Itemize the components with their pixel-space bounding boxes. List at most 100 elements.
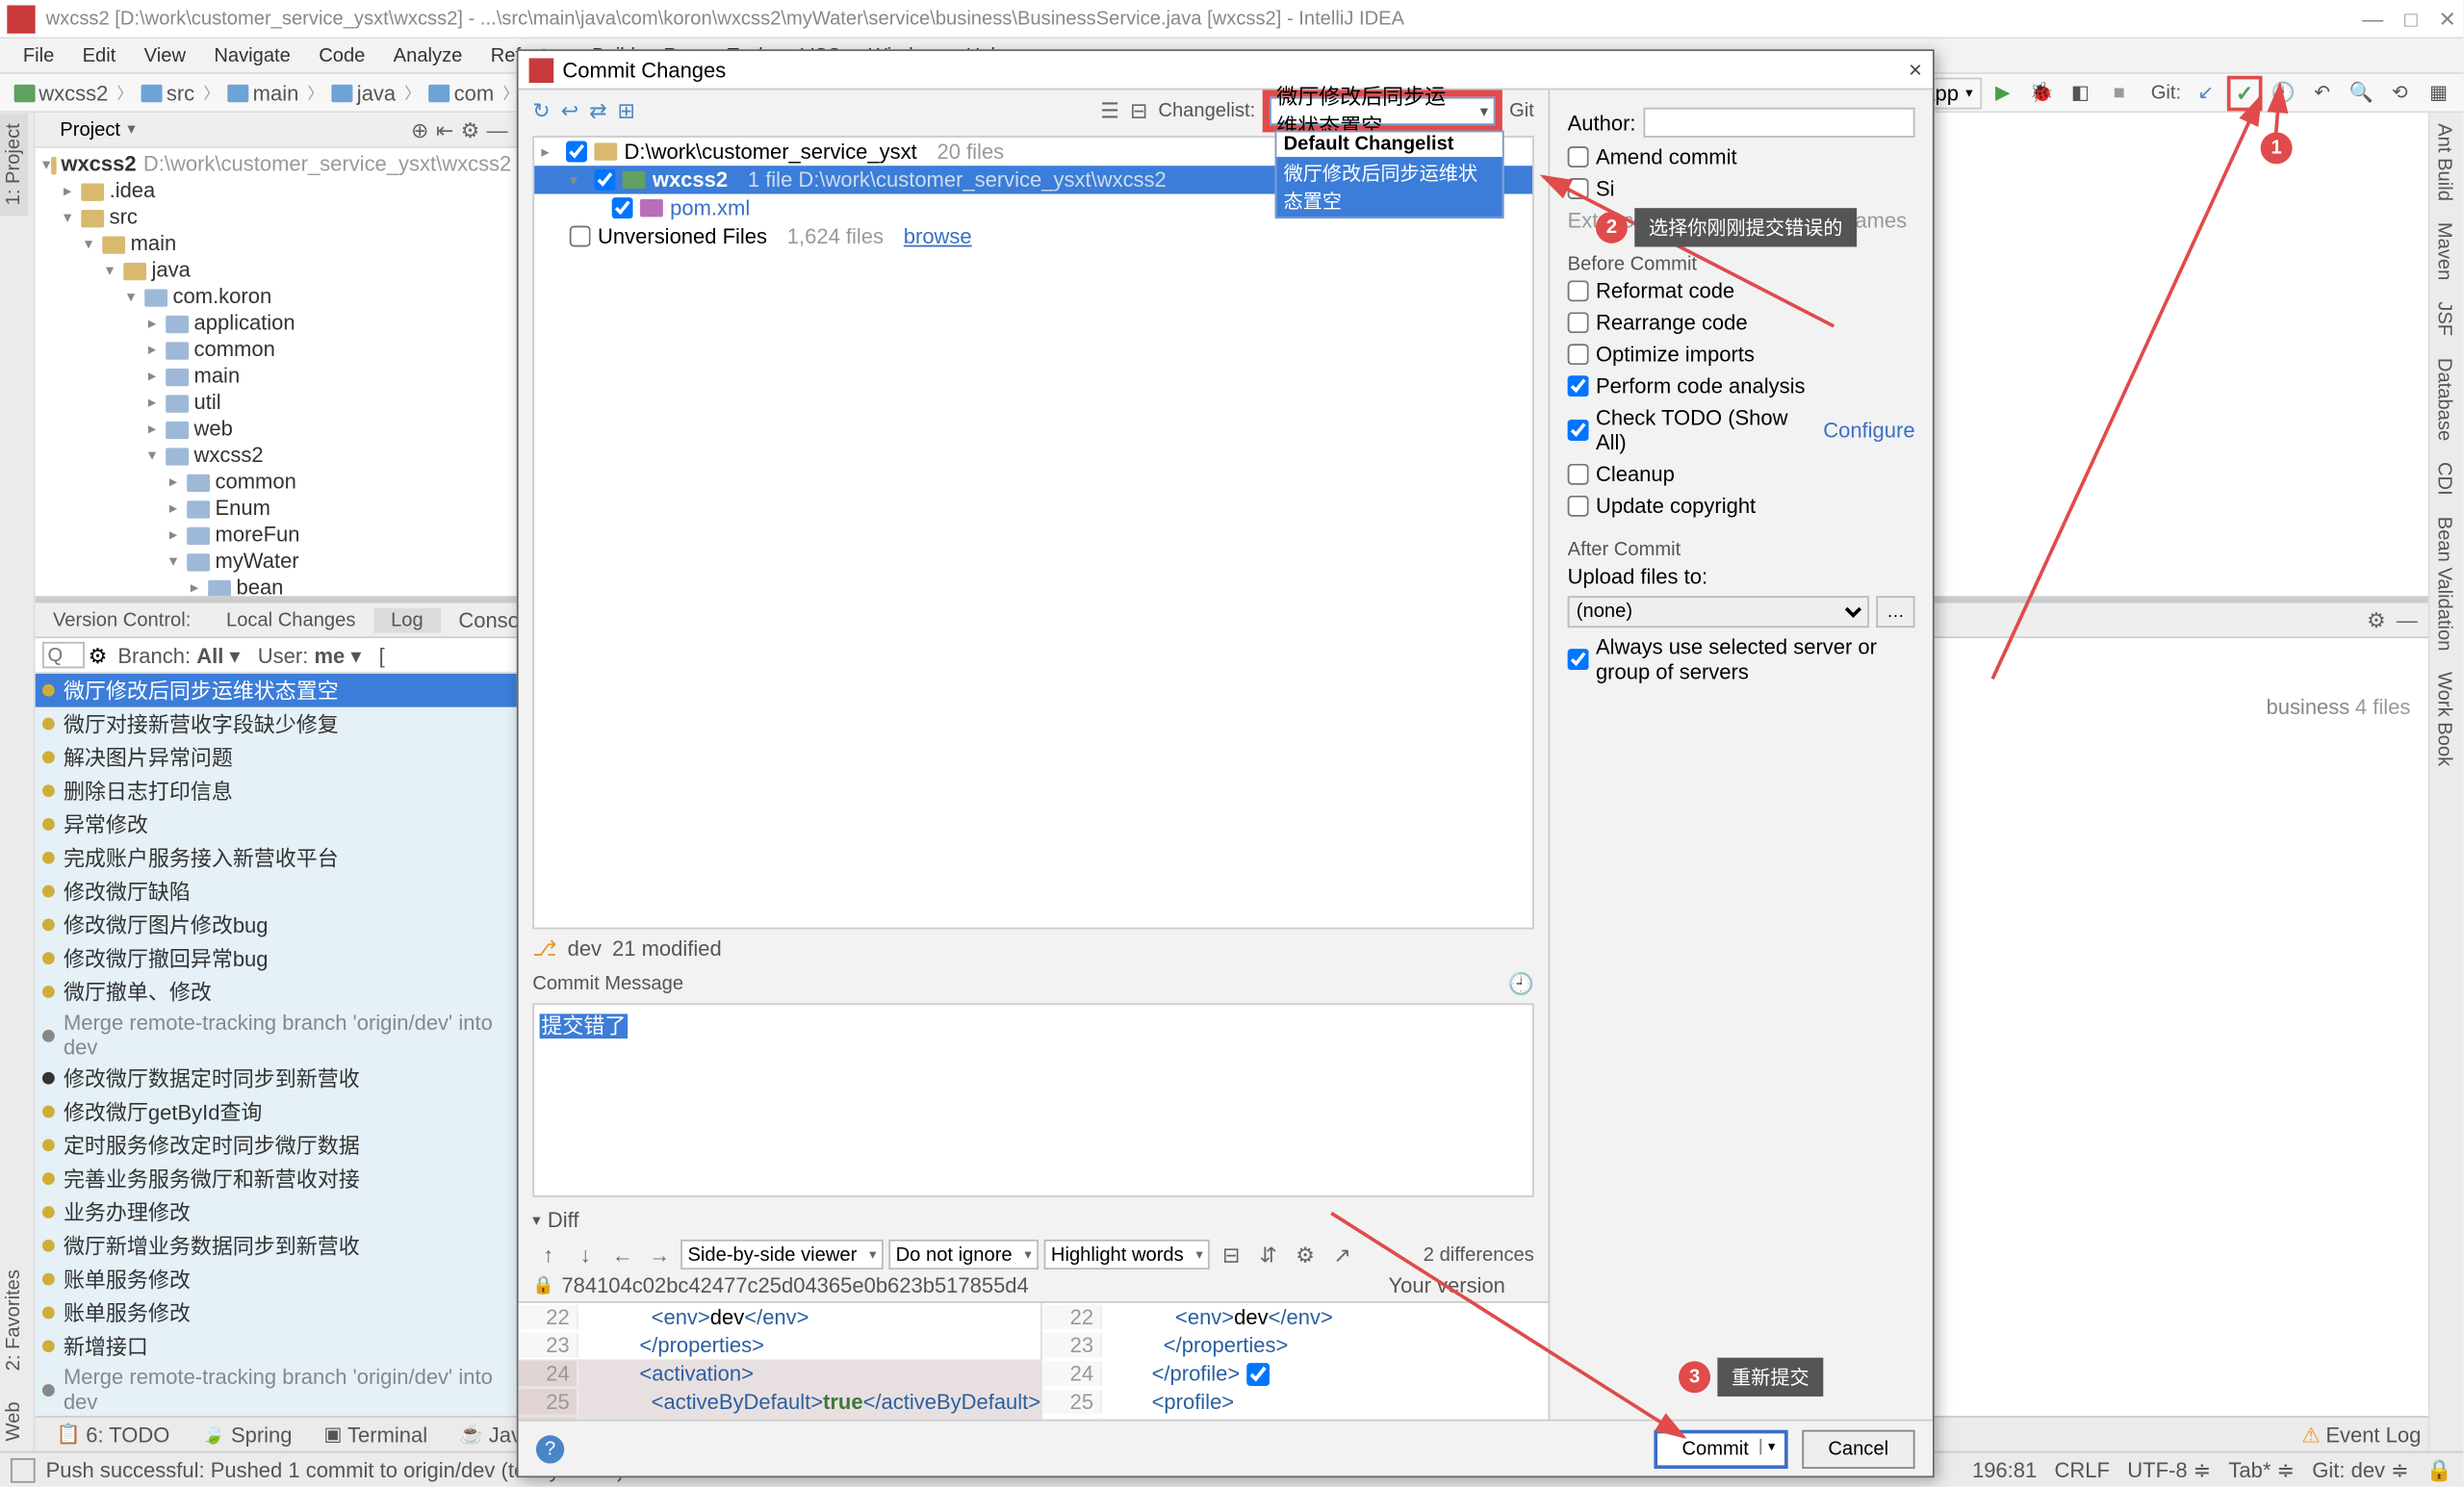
- update-icon[interactable]: ↙: [2188, 77, 2223, 109]
- next-diff-icon[interactable]: ↓: [570, 1241, 602, 1269]
- new-changelist-icon[interactable]: ⊞: [618, 99, 635, 124]
- gear-icon[interactable]: ⚙: [461, 117, 480, 142]
- window-icon[interactable]: [11, 1457, 36, 1482]
- close-icon[interactable]: ×: [1909, 57, 1922, 83]
- commit-item[interactable]: 解决图片异常问题: [36, 740, 519, 774]
- tree-row[interactable]: ▸main: [36, 363, 519, 389]
- menu-edit[interactable]: Edit: [70, 43, 128, 68]
- browse-link[interactable]: browse: [904, 224, 972, 249]
- tree-row[interactable]: ▾wxcss2: [36, 443, 519, 469]
- checkbox[interactable]: [612, 197, 633, 218]
- always-server-checkbox[interactable]: [1568, 649, 1589, 670]
- sync-icon[interactable]: ⟲: [2382, 77, 2418, 109]
- event-log-button[interactable]: ⚠Event Log: [2301, 1423, 2421, 1448]
- caret-position[interactable]: 196:81: [1972, 1457, 2037, 1482]
- commit-item[interactable]: 修改微厅getById查询: [36, 1095, 519, 1129]
- todo-tab[interactable]: 📋 6: TODO: [42, 1421, 184, 1449]
- bean-validation-tab[interactable]: Bean Validation: [2429, 505, 2457, 661]
- project-view-label[interactable]: Project: [60, 119, 120, 141]
- lock-icon[interactable]: 🔒: [2426, 1457, 2452, 1482]
- debug-icon[interactable]: 🐞: [2024, 77, 2060, 109]
- commit-item[interactable]: 微厅修改后同步运维状态置空: [36, 674, 519, 707]
- menu-analyze[interactable]: Analyze: [381, 43, 475, 68]
- prev-diff-icon[interactable]: ↑: [532, 1241, 564, 1269]
- web-tool-tab[interactable]: Web: [0, 1391, 28, 1451]
- optimize-checkbox[interactable]: [1568, 344, 1589, 365]
- crumb[interactable]: java: [325, 80, 403, 105]
- commit-message-input[interactable]: 提交错了: [532, 1003, 1534, 1197]
- gear-icon[interactable]: ⚙: [89, 643, 108, 668]
- search-icon[interactable]: 🔍: [2344, 77, 2379, 109]
- log-tab[interactable]: Log: [373, 607, 441, 632]
- commit-item[interactable]: 修改微厅图片修改bug: [36, 908, 519, 941]
- tree-row[interactable]: ▸common: [36, 469, 519, 495]
- ant-build-tab[interactable]: Ant Build: [2429, 113, 2457, 212]
- refresh-icon[interactable]: ↻: [532, 99, 550, 124]
- commit-item[interactable]: 完善业务服务微厅和新营收对接: [36, 1162, 519, 1195]
- line-separator[interactable]: CRLF: [2055, 1457, 2110, 1482]
- git-branch[interactable]: Git: dev ≑: [2312, 1457, 2408, 1482]
- menu-code[interactable]: Code: [306, 43, 377, 68]
- coverage-icon[interactable]: ◧: [2063, 77, 2098, 109]
- commit-item[interactable]: 新增接口: [36, 1329, 519, 1363]
- tree-row[interactable]: ▸web: [36, 416, 519, 442]
- local-changes-tab[interactable]: Local Changes: [209, 607, 373, 632]
- external-icon[interactable]: ↗: [1326, 1241, 1358, 1269]
- amend-checkbox[interactable]: [1568, 146, 1589, 167]
- project-tool-tab[interactable]: 1: Project: [0, 113, 28, 216]
- checkbox[interactable]: [594, 169, 615, 191]
- commit-item[interactable]: 微厅撤单、修改: [36, 975, 519, 1009]
- tree-row[interactable]: ▾java: [36, 257, 519, 283]
- maximize-button[interactable]: □: [2404, 6, 2417, 31]
- spring-tab[interactable]: 🍃 Spring: [188, 1421, 306, 1449]
- signoff-checkbox[interactable]: [1568, 178, 1589, 199]
- close-button[interactable]: ✕: [2439, 6, 2456, 31]
- commit-item[interactable]: 完成账户服务接入新营收平台: [36, 841, 519, 875]
- jsf-tab[interactable]: JSF: [2429, 291, 2457, 346]
- tree-row[interactable]: ▸moreFun: [36, 522, 519, 548]
- commit-item[interactable]: 定时服务修改定时同步微厅数据: [36, 1128, 519, 1162]
- commit-file-tree[interactable]: ▸ D:\work\customer_service_ysxt 20 files…: [532, 136, 1534, 929]
- group-icon[interactable]: ☰: [1100, 99, 1119, 124]
- commit-item[interactable]: 业务办理修改: [36, 1195, 519, 1229]
- tree-row[interactable]: ▾wxcss2D:\work\customer_service_ysxt\wxc…: [36, 152, 519, 178]
- workbook-tab[interactable]: Work Book: [2429, 661, 2457, 777]
- commit-item[interactable]: 账单服务修改: [36, 1296, 519, 1330]
- copyright-checkbox[interactable]: [1568, 496, 1589, 517]
- commit-item[interactable]: 修改微厅缺陷: [36, 875, 519, 909]
- accept-checkbox[interactable]: [1247, 1362, 1270, 1385]
- gear-icon[interactable]: ⚙: [1290, 1241, 1322, 1269]
- structure-icon[interactable]: ▦: [2421, 77, 2456, 109]
- revert-icon[interactable]: ↶: [2304, 77, 2340, 109]
- checkbox[interactable]: [566, 141, 587, 163]
- crumb[interactable]: wxcss2: [7, 80, 115, 105]
- rearrange-checkbox[interactable]: [1568, 312, 1589, 333]
- run-icon[interactable]: ▶: [1985, 77, 2020, 109]
- upload-browse-button[interactable]: …: [1876, 596, 1914, 628]
- crumb[interactable]: com: [423, 80, 501, 105]
- prev-change-icon[interactable]: ←: [606, 1241, 638, 1269]
- revert-icon[interactable]: ↩: [561, 99, 578, 124]
- viewer-mode-combo[interactable]: Side-by-side viewer: [680, 1240, 884, 1269]
- changelist-option[interactable]: Default Changelist: [1276, 132, 1502, 157]
- cdi-tab[interactable]: CDI: [2429, 450, 2457, 505]
- tree-row[interactable]: ▸common: [36, 337, 519, 363]
- dropdown-arrow-icon[interactable]: ▾: [127, 120, 135, 140]
- tree-row[interactable]: ▾com.koron: [36, 284, 519, 310]
- checkbox[interactable]: [570, 225, 591, 246]
- tree-row[interactable]: ▸.idea: [36, 178, 519, 204]
- stop-icon[interactable]: ■: [2101, 77, 2137, 109]
- commit-item[interactable]: 修改微厅数据定时同步到新营收: [36, 1062, 519, 1095]
- commit-icon[interactable]: ✓: [2227, 75, 2263, 111]
- collapse-icon[interactable]: ⇤: [436, 117, 453, 142]
- menu-navigate[interactable]: Navigate: [202, 43, 303, 68]
- commit-item[interactable]: Merge remote-tracking branch 'origin/dev…: [36, 1363, 519, 1416]
- database-tab[interactable]: Database: [2429, 346, 2457, 450]
- tree-row[interactable]: ▾src: [36, 205, 519, 231]
- menu-view[interactable]: View: [132, 43, 198, 68]
- sync-scroll-icon[interactable]: ⇵: [1252, 1241, 1284, 1269]
- minimize-button[interactable]: —: [2362, 6, 2383, 31]
- author-input[interactable]: [1643, 108, 1915, 138]
- cleanup-checkbox[interactable]: [1568, 464, 1589, 485]
- tree-row[interactable]: ▸Enum: [36, 496, 519, 522]
